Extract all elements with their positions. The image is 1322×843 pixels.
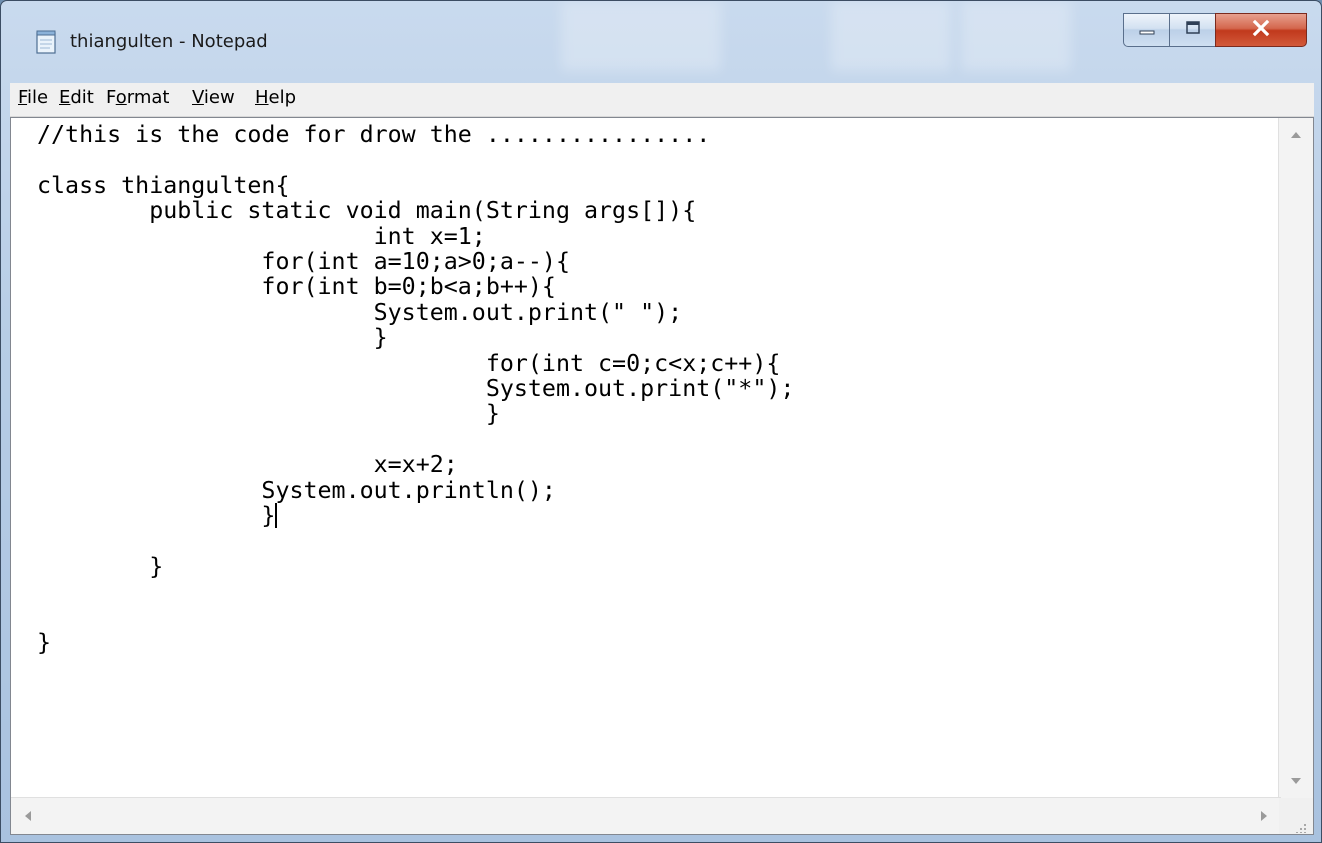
- code-line: System.out.print("*");: [37, 375, 795, 403]
- code-line: for(int a=10;a>0;a--){: [37, 248, 570, 276]
- minimize-icon: [1138, 21, 1156, 40]
- menu-file-accelerator: F: [18, 87, 28, 108]
- editor[interactable]: //this is the code for drow the ........…: [10, 117, 1314, 835]
- caption-buttons: [1123, 13, 1307, 47]
- code-line: System.out.println();: [37, 476, 556, 504]
- window-title: thiangulten - Notepad: [70, 31, 268, 52]
- close-icon: [1250, 18, 1272, 42]
- menu-help-rest: elp: [268, 87, 297, 108]
- menu-view-rest: iew: [203, 87, 235, 108]
- code-line: }: [37, 552, 164, 580]
- menu-edit-accelerator: E: [59, 87, 71, 108]
- menu-format-prefix: F: [106, 87, 116, 108]
- size-grip[interactable]: [1279, 798, 1313, 834]
- text-caret: [275, 503, 278, 529]
- code-line: }: [37, 324, 388, 352]
- vertical-scrollbar[interactable]: [1278, 118, 1313, 798]
- size-grip-icon: [1296, 824, 1306, 833]
- code-line: int x=1;: [37, 222, 486, 250]
- menu-view-accelerator: V: [192, 87, 204, 108]
- code-line: System.out.print(" ");: [37, 298, 683, 326]
- text-area[interactable]: //this is the code for drow the ........…: [11, 118, 1281, 798]
- menu-view[interactable]: View: [188, 87, 239, 108]
- menu-help[interactable]: Help: [251, 87, 300, 108]
- scroll-down-icon[interactable]: [1291, 778, 1301, 784]
- code-line: for(int c=0;c<x;c++){: [37, 349, 781, 377]
- code-line: class thiangulten{: [37, 171, 290, 199]
- menu-file[interactable]: File: [14, 87, 52, 108]
- title-bar[interactable]: thiangulten - Notepad: [1, 1, 1321, 83]
- horizontal-scrollbar[interactable]: [11, 797, 1281, 834]
- menu-help-accelerator: H: [255, 87, 269, 108]
- scroll-left-icon[interactable]: [25, 811, 31, 821]
- maximize-icon: [1184, 20, 1202, 40]
- menu-edit[interactable]: Edit: [55, 87, 98, 108]
- menu-edit-rest: dit: [70, 87, 94, 108]
- notepad-window: thiangulten - Notepad File Edit Format V…: [0, 0, 1322, 843]
- code-line: }: [37, 502, 276, 530]
- code-line: for(int b=0;b<a;b++){: [37, 273, 556, 301]
- scroll-up-icon[interactable]: [1291, 132, 1301, 138]
- minimize-button[interactable]: [1123, 13, 1169, 47]
- menu-format-accelerator: o: [115, 87, 127, 108]
- code-line: x=x+2;: [37, 451, 458, 479]
- scroll-right-icon[interactable]: [1261, 811, 1267, 821]
- document-text[interactable]: //this is the code for drow the ........…: [11, 118, 1281, 656]
- menu-format-rest: rmat: [126, 87, 170, 108]
- code-line: }: [37, 400, 500, 428]
- code-line: public static void main(String args[]){: [37, 197, 697, 225]
- menu-file-rest: ile: [27, 87, 49, 108]
- close-button[interactable]: [1215, 13, 1307, 47]
- code-line: //this is the code for drow the ........…: [37, 121, 711, 148]
- menu-format[interactable]: Format: [102, 87, 173, 108]
- maximize-button[interactable]: [1169, 13, 1215, 47]
- menu-bar: File Edit Format View Help: [10, 83, 1314, 117]
- notepad-icon[interactable]: [35, 30, 57, 54]
- code-line: }: [37, 629, 52, 657]
